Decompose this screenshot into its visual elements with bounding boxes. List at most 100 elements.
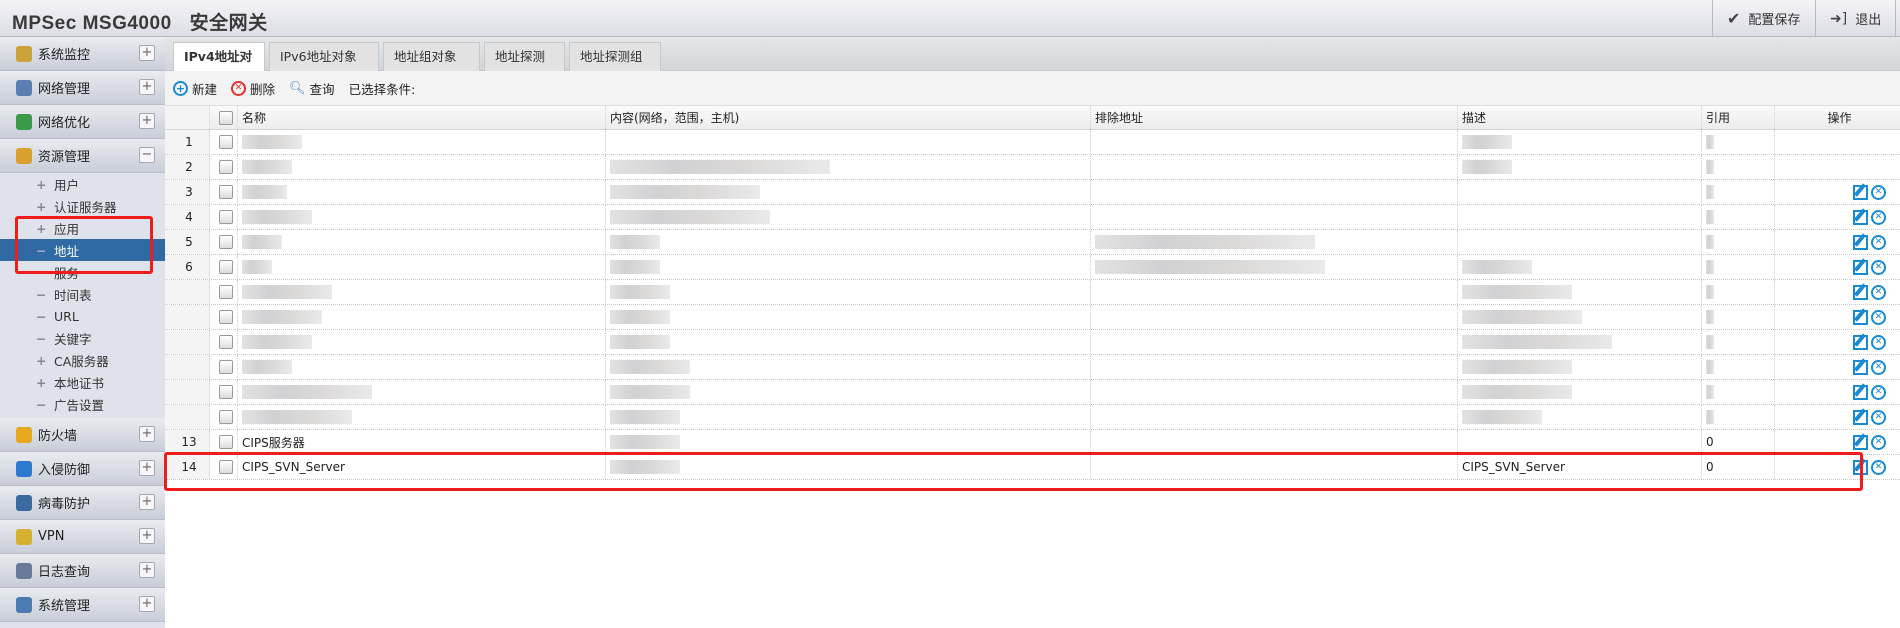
sidebar-section-sidebar.sections_bottom.5[interactable]: 系统管理 + xyxy=(0,588,165,622)
sidebar-section-sidebar.sections_bottom.3[interactable]: VPN + xyxy=(0,520,165,554)
delete-icon[interactable]: ✕ xyxy=(1871,259,1886,275)
table-row[interactable]: ✕ xyxy=(165,305,1900,330)
col-content[interactable]: 内容(网络，范围，主机) xyxy=(606,106,1091,129)
col-reference[interactable]: 引用 xyxy=(1702,106,1775,129)
row-actions: ✕ xyxy=(1853,409,1886,425)
table-row[interactable]: ✕ xyxy=(165,380,1900,405)
table-row[interactable]: 2 xyxy=(165,155,1900,180)
row-checkbox[interactable] xyxy=(218,335,233,349)
expand-toggle-icon[interactable]: + xyxy=(139,460,155,476)
sidebar-item-label: 广告设置 xyxy=(54,397,105,413)
table-row[interactable]: 6 ✕ xyxy=(165,255,1900,280)
table-row[interactable]: 5 ✕ xyxy=(165,230,1900,255)
sidebar-section-sidebar.sections_bottom.4[interactable]: 日志查询 + xyxy=(0,554,165,588)
col-exclude[interactable]: 排除地址 xyxy=(1091,106,1458,129)
sidebar-item[interactable]: − URL xyxy=(0,305,165,327)
expand-toggle-icon[interactable]: + xyxy=(139,596,155,612)
edit-icon[interactable] xyxy=(1853,409,1868,425)
edit-icon[interactable] xyxy=(1853,309,1868,325)
sidebar-section-sidebar.sections_bottom.0[interactable]: 防火墙 + xyxy=(0,418,165,452)
sidebar-item[interactable]: + 认证服务器 xyxy=(0,195,165,217)
row-checkbox-cell xyxy=(210,155,238,179)
row-checkbox[interactable] xyxy=(218,135,233,149)
delete-icon[interactable]: ✕ xyxy=(1871,334,1886,350)
delete-icon[interactable]: ✕ xyxy=(1871,184,1886,200)
sidebar-section-sidebar.sections_top.2[interactable]: 网络优化 + xyxy=(0,105,165,139)
row-actions: ✕ xyxy=(1853,284,1886,300)
table-row[interactable]: ✕ xyxy=(165,280,1900,305)
expand-toggle-icon[interactable]: + xyxy=(139,562,155,578)
col-name[interactable]: 名称 xyxy=(238,106,606,129)
row-checkbox[interactable] xyxy=(218,435,233,449)
delete-icon[interactable]: ✕ xyxy=(1871,359,1886,375)
sidebar-section-sidebar.sections_bottom.2[interactable]: 病毒防护 + xyxy=(0,486,165,520)
row-checkbox[interactable] xyxy=(218,310,233,324)
edit-icon[interactable] xyxy=(1853,184,1868,200)
edit-icon[interactable] xyxy=(1853,234,1868,250)
tab-3[interactable]: 地址探测 xyxy=(484,42,565,71)
table-row[interactable]: 1 xyxy=(165,130,1900,155)
edit-icon[interactable] xyxy=(1853,384,1868,400)
save-config-button[interactable]: ✔ 配置保存 xyxy=(1712,0,1814,37)
row-checkbox[interactable] xyxy=(218,385,233,399)
delete-icon[interactable]: ✕ xyxy=(1871,309,1886,325)
delete-button[interactable]: ✕ 删除 xyxy=(231,79,275,98)
row-checkbox[interactable] xyxy=(218,360,233,374)
sidebar-item[interactable]: + 用户 xyxy=(0,173,165,195)
tab-4[interactable]: 地址探测组 xyxy=(569,42,661,71)
logout-icon: ➜] xyxy=(1830,10,1848,27)
row-checkbox[interactable] xyxy=(218,210,233,224)
row-checkbox[interactable] xyxy=(218,235,233,249)
row-checkbox[interactable] xyxy=(218,185,233,199)
expand-toggle-icon[interactable]: + xyxy=(139,79,155,95)
table-row[interactable]: 3 ✕ xyxy=(165,180,1900,205)
table-row[interactable]: 4 ✕ xyxy=(165,205,1900,230)
edit-icon[interactable] xyxy=(1853,434,1868,450)
table-row[interactable]: ✕ xyxy=(165,330,1900,355)
delete-icon[interactable]: ✕ xyxy=(1871,434,1886,450)
delete-icon[interactable]: ✕ xyxy=(1871,384,1886,400)
tab-1[interactable]: IPv6地址对象 xyxy=(269,42,379,71)
table-row[interactable]: ✕ xyxy=(165,355,1900,380)
delete-icon[interactable]: ✕ xyxy=(1871,234,1886,250)
expand-toggle-icon[interactable]: + xyxy=(139,426,155,442)
delete-icon[interactable]: ✕ xyxy=(1871,209,1886,225)
sidebar-item[interactable]: − 广告设置 xyxy=(0,393,165,415)
edit-icon[interactable] xyxy=(1853,359,1868,375)
table-row[interactable]: ✕ xyxy=(165,405,1900,430)
row-checkbox[interactable] xyxy=(218,285,233,299)
delete-icon[interactable]: ✕ xyxy=(1871,459,1886,475)
row-checkbox[interactable] xyxy=(218,410,233,424)
select-all-checkbox[interactable] xyxy=(218,110,233,125)
actions-cell: ✕ xyxy=(1775,205,1900,229)
sidebar-section-sidebar.sections_top.1[interactable]: 网络管理 + xyxy=(0,71,165,105)
query-button[interactable]: 🔍︎ 查询 xyxy=(289,79,335,98)
expand-toggle-icon[interactable]: − xyxy=(139,147,155,163)
expand-toggle-icon[interactable]: + xyxy=(139,528,155,544)
edit-icon[interactable] xyxy=(1853,334,1868,350)
col-description[interactable]: 描述 xyxy=(1458,106,1702,129)
edit-icon[interactable] xyxy=(1853,259,1868,275)
sidebar-item[interactable]: − 关键字 xyxy=(0,327,165,349)
row-checkbox[interactable] xyxy=(218,160,233,174)
sidebar-item[interactable]: + CA服务器 xyxy=(0,349,165,371)
tree-mark-icon: − xyxy=(36,330,47,346)
sidebar-section-sidebar.sections_top.0[interactable]: 系统监控 + xyxy=(0,37,165,71)
new-button[interactable]: + 新建 xyxy=(173,79,217,98)
sidebar-item[interactable]: − 时间表 xyxy=(0,283,165,305)
reference-cell xyxy=(1702,230,1775,254)
sidebar-section-sidebar.sections_top.3[interactable]: 资源管理 − xyxy=(0,139,165,173)
expand-toggle-icon[interactable]: + xyxy=(139,494,155,510)
logout-button[interactable]: ➜] 退出 xyxy=(1815,0,1897,37)
edit-icon[interactable] xyxy=(1853,284,1868,300)
tab-2[interactable]: 地址组对象 xyxy=(383,42,480,71)
edit-icon[interactable] xyxy=(1853,209,1868,225)
sidebar-section-sidebar.sections_bottom.1[interactable]: 入侵防御 + xyxy=(0,452,165,486)
tab-0[interactable]: IPv4地址对象 xyxy=(173,42,265,92)
row-checkbox[interactable] xyxy=(218,260,233,274)
delete-icon[interactable]: ✕ xyxy=(1871,284,1886,300)
delete-icon[interactable]: ✕ xyxy=(1871,409,1886,425)
sidebar-item[interactable]: + 本地证书 xyxy=(0,371,165,393)
expand-toggle-icon[interactable]: + xyxy=(139,113,155,129)
expand-toggle-icon[interactable]: + xyxy=(139,45,155,61)
